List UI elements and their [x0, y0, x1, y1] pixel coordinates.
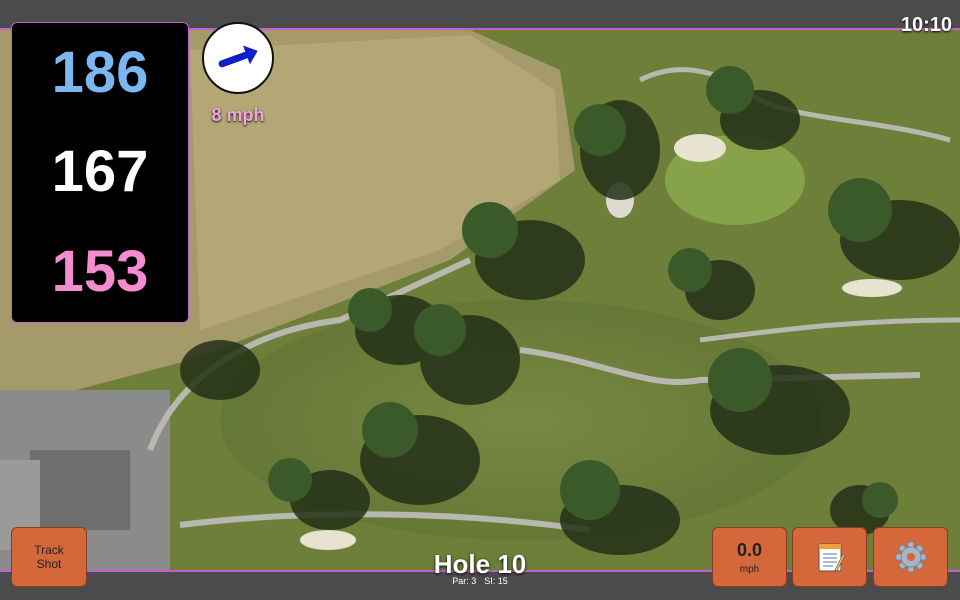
- hole-stroke-index: SI: 15: [484, 576, 508, 586]
- back-yardage: 186: [51, 39, 149, 105]
- front-yardage: 153: [51, 239, 149, 305]
- yardage-panel: 186 167 153: [11, 22, 189, 323]
- hole-par: Par: 3: [452, 576, 477, 586]
- wind-direction-indicator: [202, 22, 274, 94]
- track-shot-label-line2: Shot: [36, 557, 62, 571]
- gear-icon: [895, 541, 926, 573]
- settings-button[interactable]: [873, 527, 948, 587]
- speed-unit: mph: [739, 563, 760, 575]
- track-shot-label-line1: Track: [34, 543, 64, 557]
- wind-speed-label: 8 mph: [211, 105, 265, 125]
- track-shot-button[interactable]: Track Shot: [11, 527, 87, 587]
- speed-button[interactable]: 0.0 mph: [712, 527, 787, 587]
- hole-title: Hole 10: [433, 549, 527, 579]
- hole-info: Par: 3 SI: 15: [400, 576, 560, 587]
- clock: 10:10: [900, 14, 952, 36]
- middle-yardage: 167: [51, 139, 149, 205]
- speed-value: 0.0: [736, 539, 763, 560]
- wind-arrow-icon: [218, 45, 258, 68]
- notepad-icon: [818, 543, 845, 572]
- notes-button[interactable]: [792, 527, 867, 587]
